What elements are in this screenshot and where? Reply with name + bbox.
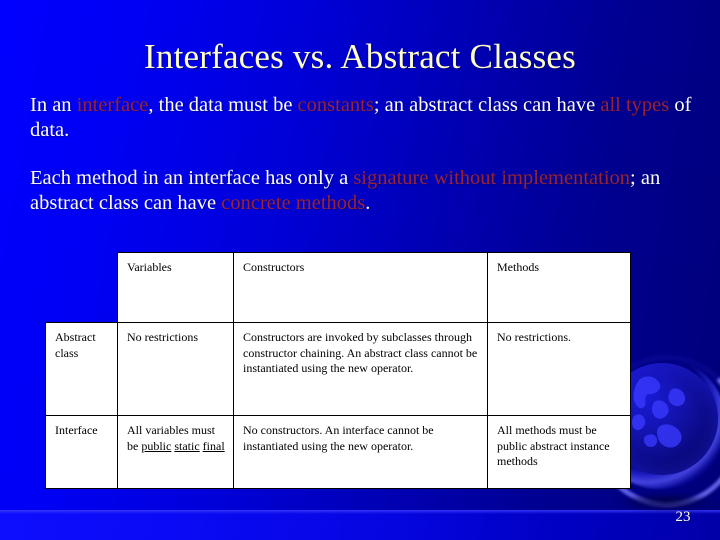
p1-highlight-constants: constants xyxy=(297,94,374,116)
table-header-variables: Variables xyxy=(117,252,234,323)
keyword-static: static xyxy=(174,438,200,453)
table-corner-cell xyxy=(45,252,118,323)
p2-seg1: Each method in an interface has only a xyxy=(30,167,354,189)
slide-canvas: Interfaces vs. Abstract Classes In an in… xyxy=(0,0,720,540)
page-number: 23 xyxy=(675,509,691,525)
table-row: Interface All variables must be public s… xyxy=(45,415,631,489)
slide-title: Interfaces vs. Abstract Classes xyxy=(144,37,576,76)
paragraph-method-comparison: Each method in an interface has only a s… xyxy=(30,166,706,216)
cell-abstract-variables: No restrictions xyxy=(117,322,234,416)
paragraph-data-comparison: In an interface, the data must be consta… xyxy=(30,93,706,143)
keyword-final: final xyxy=(202,438,225,453)
row-label-interface: Interface xyxy=(45,415,118,489)
keyword-public: public xyxy=(141,438,172,453)
table-row: Abstract class No restrictions Construct… xyxy=(45,322,631,416)
p1-seg1: In an xyxy=(30,94,77,116)
cell-abstract-methods: No restrictions. xyxy=(487,322,631,416)
p1-highlight-interface: interface xyxy=(76,94,149,116)
table-header-methods: Methods xyxy=(487,252,631,323)
table-header-constructors: Constructors xyxy=(233,252,488,323)
row-label-abstract-class: Abstract class xyxy=(45,322,118,416)
cell-interface-methods: All methods must be public abstract inst… xyxy=(487,415,631,489)
globe-shadow xyxy=(620,493,712,511)
p1-seg3: ; an abstract class can have xyxy=(373,94,601,116)
comparison-table: Variables Constructors Methods Abstract … xyxy=(45,252,631,489)
cell-interface-variables: All variables must be public static fina… xyxy=(117,415,234,489)
p1-seg2: , the data must be xyxy=(148,94,298,116)
table-header-row: Variables Constructors Methods xyxy=(45,252,631,323)
p1-highlight-all-types: all types xyxy=(600,94,670,116)
p2-highlight-signature: signature without implementation xyxy=(353,167,631,189)
cell-abstract-constructors: Constructors are invoked by subclasses t… xyxy=(233,322,488,416)
p2-seg3: . xyxy=(365,192,371,214)
bottom-accent-band xyxy=(0,510,720,540)
cell-interface-constructors: No constructors. An interface cannot be … xyxy=(233,415,488,489)
p2-highlight-concrete-methods: concrete methods xyxy=(221,192,366,214)
